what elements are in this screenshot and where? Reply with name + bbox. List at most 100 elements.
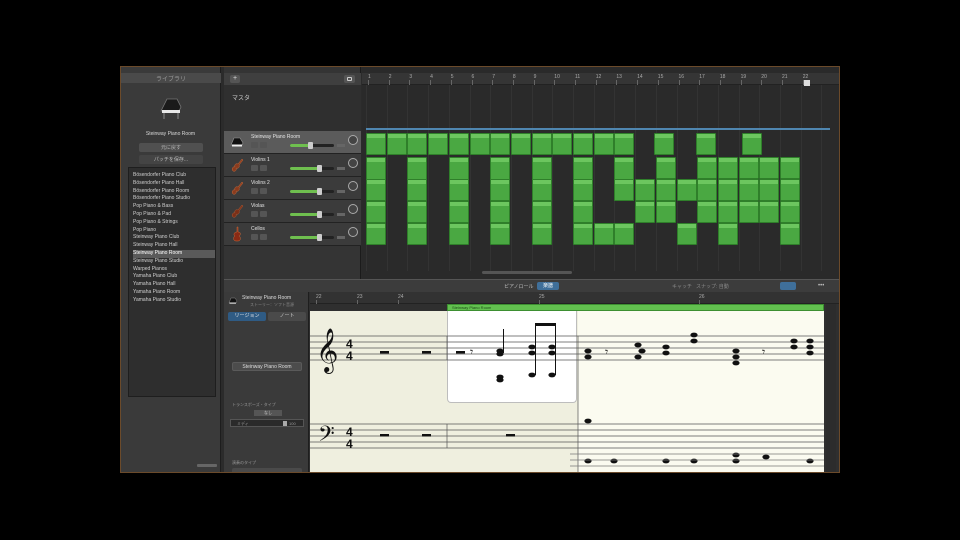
track-header[interactable]: Violins 2 xyxy=(224,177,361,200)
midi-region[interactable] xyxy=(738,201,759,223)
transpose-select[interactable]: なし xyxy=(254,410,282,416)
volume-slider[interactable] xyxy=(290,211,334,218)
tab-region[interactable]: リージョン xyxy=(228,312,266,321)
velocity-slider[interactable]: ミディ 100 xyxy=(230,419,304,427)
catch-button[interactable]: キャッチ xyxy=(672,283,692,290)
midi-region[interactable] xyxy=(614,133,635,155)
midi-region[interactable] xyxy=(738,179,759,201)
midi-region[interactable] xyxy=(366,179,386,201)
mute-button[interactable] xyxy=(251,234,258,240)
volume-slider[interactable] xyxy=(290,234,334,241)
midi-region[interactable] xyxy=(490,179,511,201)
midi-region[interactable] xyxy=(655,179,676,201)
midi-region[interactable] xyxy=(490,133,511,155)
volume-slider-knob[interactable] xyxy=(316,165,322,172)
volume-slider-knob[interactable] xyxy=(316,234,322,241)
midi-region[interactable] xyxy=(386,133,407,155)
patch-item[interactable]: Yamaha Piano Studio xyxy=(133,297,215,305)
tab-notes[interactable]: ノート xyxy=(268,312,306,321)
patch-item[interactable]: Yamaha Piano Club xyxy=(133,273,215,281)
patch-item[interactable]: Steinway Piano Studio xyxy=(133,258,215,266)
add-track-button[interactable]: + xyxy=(230,75,240,83)
performance-type-select[interactable] xyxy=(232,468,302,472)
arrangement-scrollbar[interactable] xyxy=(482,271,572,274)
track-header[interactable]: Steinway Piano Room xyxy=(224,131,361,154)
midi-region[interactable] xyxy=(654,133,674,155)
mute-button[interactable] xyxy=(251,165,258,171)
patch-item[interactable]: Pop Piano & Bass xyxy=(133,203,215,211)
mute-button[interactable] xyxy=(251,211,258,217)
volume-slider[interactable] xyxy=(290,165,334,172)
midi-region[interactable] xyxy=(780,179,800,201)
headphones-icon[interactable] xyxy=(260,142,267,148)
volume-slider-knob[interactable] xyxy=(316,188,322,195)
midi-region[interactable] xyxy=(573,179,593,201)
editor-scrollbar[interactable] xyxy=(826,304,836,472)
midi-region[interactable] xyxy=(759,201,780,223)
midi-region[interactable] xyxy=(490,223,511,245)
midi-region[interactable] xyxy=(780,157,800,179)
midi-region[interactable] xyxy=(593,133,614,155)
midi-region[interactable] xyxy=(531,201,552,223)
patch-item[interactable]: Bösendorfer Piano Room xyxy=(133,188,215,196)
pan-knob[interactable] xyxy=(348,135,358,145)
pan-knob[interactable] xyxy=(348,204,358,214)
midi-region[interactable] xyxy=(717,223,738,245)
patch-item[interactable]: Steinway Piano Hall xyxy=(133,242,215,250)
midi-region[interactable] xyxy=(614,179,635,201)
midi-region[interactable] xyxy=(366,133,386,155)
midi-region[interactable] xyxy=(469,133,490,155)
arrangement-area[interactable]: 1 2 3 4 5 6 7 8 9 10 11 12 13 14 15 16 17 18 19 20 21 22 xyxy=(362,67,839,279)
patch-item[interactable]: Pop Piano & Pad xyxy=(133,211,215,219)
midi-region[interactable] xyxy=(697,179,718,201)
zoom-button[interactable] xyxy=(780,282,796,290)
midi-region[interactable] xyxy=(738,157,759,179)
midi-region[interactable] xyxy=(448,223,469,245)
headphones-icon[interactable] xyxy=(260,211,267,217)
midi-region[interactable] xyxy=(490,201,511,223)
library-scrollbar[interactable] xyxy=(197,464,217,467)
midi-region[interactable] xyxy=(448,201,469,223)
midi-region[interactable] xyxy=(676,223,697,245)
editor-ruler[interactable]: 22 23 24 25 26 xyxy=(310,292,839,304)
region-name-field[interactable]: Steinway Piano Room xyxy=(232,362,302,371)
patch-item[interactable]: Yamaha Piano Room xyxy=(133,289,215,297)
midi-region[interactable] xyxy=(655,157,676,179)
midi-region[interactable] xyxy=(366,223,386,245)
patch-item[interactable]: Bösendorfer Piano Studio xyxy=(133,195,215,203)
midi-region[interactable] xyxy=(655,201,676,223)
midi-region[interactable] xyxy=(759,157,780,179)
patch-item[interactable]: Bösendorfer Piano Club xyxy=(133,172,215,180)
midi-region[interactable] xyxy=(614,223,635,245)
patch-item[interactable]: Pop Piano & Strings xyxy=(133,219,215,227)
patch-item[interactable]: Pop Piano xyxy=(133,227,215,235)
editor-region-bar[interactable]: Steinway Piano Room xyxy=(447,304,824,311)
midi-region[interactable] xyxy=(407,179,428,201)
track-header[interactable]: Cellos xyxy=(224,223,361,246)
midi-region[interactable] xyxy=(742,133,762,155)
headphones-icon[interactable] xyxy=(260,165,267,171)
midi-region[interactable] xyxy=(573,223,593,245)
headphones-icon[interactable] xyxy=(260,188,267,194)
smart-tempo-button[interactable] xyxy=(344,75,355,83)
headphones-icon[interactable] xyxy=(260,234,267,240)
midi-region[interactable] xyxy=(552,133,573,155)
arrangement-ruler[interactable]: 1 2 3 4 5 6 7 8 9 10 11 12 13 14 15 16 17 18 19 20 21 22 xyxy=(362,73,839,86)
midi-region[interactable] xyxy=(448,179,469,201)
midi-region[interactable] xyxy=(717,201,738,223)
pan-knob[interactable] xyxy=(348,181,358,191)
midi-region[interactable] xyxy=(697,157,718,179)
save-patch-button[interactable]: パッチを保存... xyxy=(139,155,203,164)
midi-region[interactable] xyxy=(717,157,738,179)
midi-region[interactable] xyxy=(717,179,738,201)
pan-knob[interactable] xyxy=(348,227,358,237)
cycle-bar[interactable] xyxy=(366,128,830,130)
tab-piano-roll[interactable]: ピアノロール xyxy=(504,283,534,290)
midi-region[interactable] xyxy=(407,133,428,155)
patch-item[interactable]: Yamaha Piano Hall xyxy=(133,281,215,289)
midi-region[interactable] xyxy=(573,201,593,223)
midi-region[interactable] xyxy=(510,133,531,155)
midi-region[interactable] xyxy=(593,223,614,245)
midi-region[interactable] xyxy=(697,201,718,223)
midi-region[interactable] xyxy=(531,133,552,155)
